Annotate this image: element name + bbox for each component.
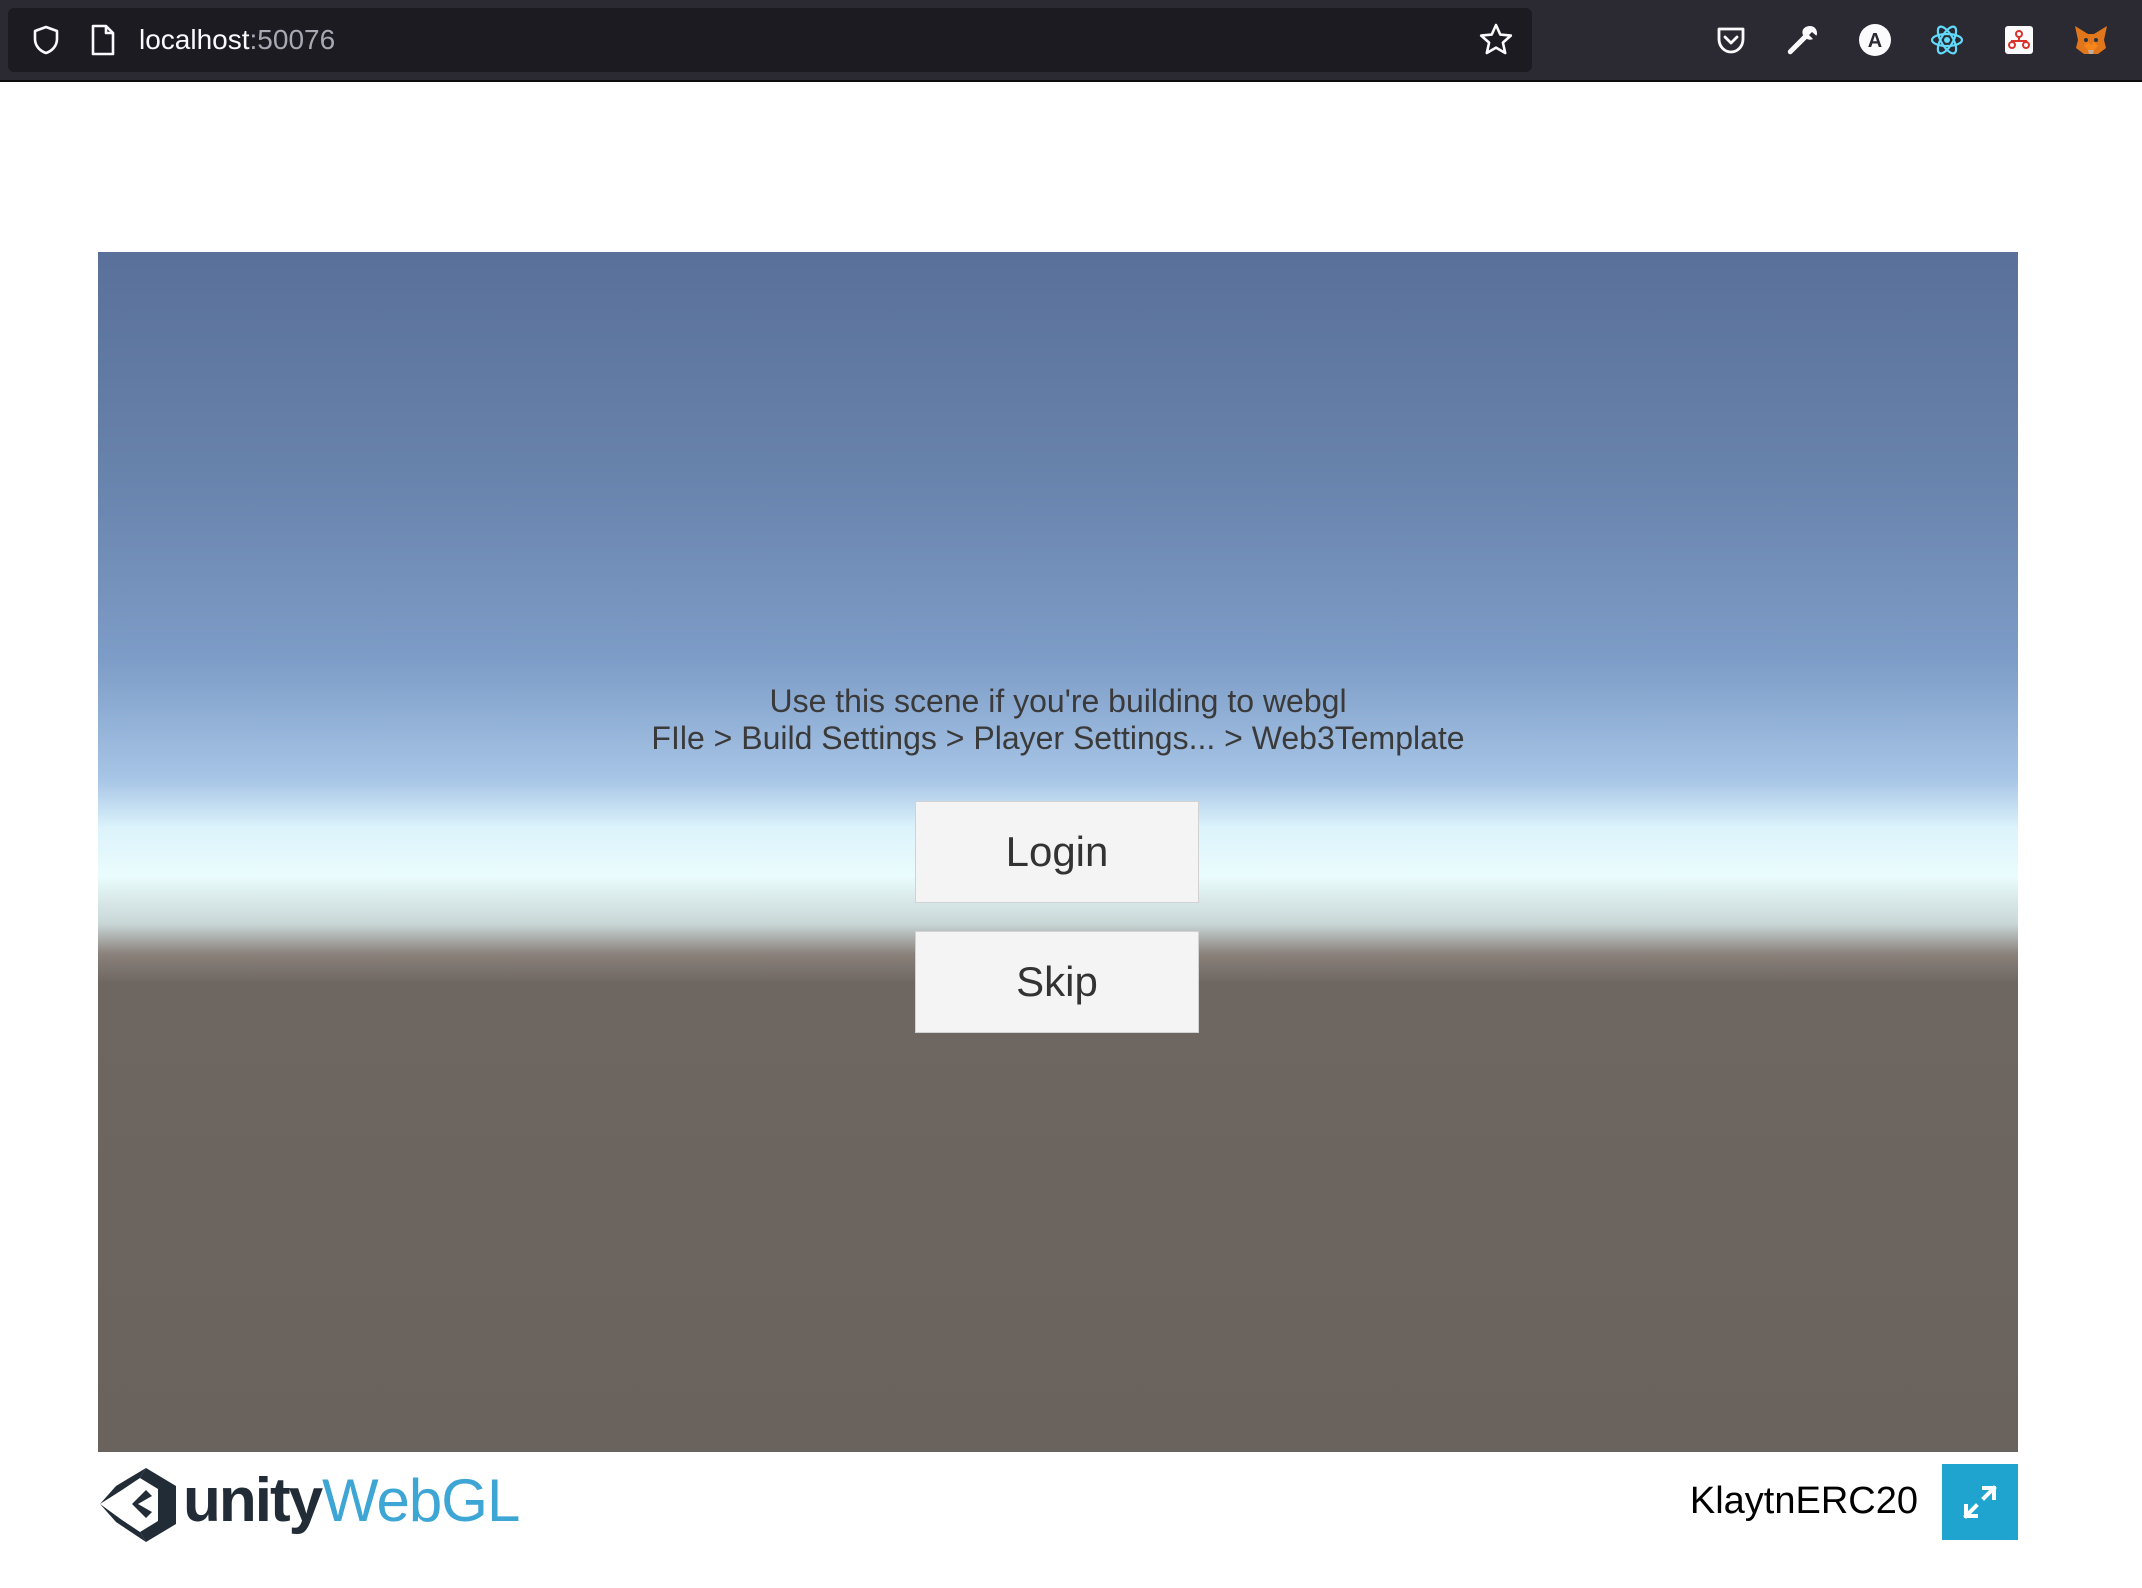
bookmark-star-icon[interactable]: [1478, 22, 1514, 58]
webgl-logo-text: WebGL: [322, 1467, 520, 1534]
login-button[interactable]: Login: [915, 801, 1199, 903]
wrench-icon[interactable]: [1783, 20, 1823, 60]
url-port: :50076: [249, 24, 336, 55]
unity-logo-text: unity: [183, 1466, 323, 1535]
unity-canvas[interactable]: Use this scene if you're building to web…: [98, 252, 2018, 1452]
unity-logo-icon: [100, 1468, 176, 1542]
browser-toolbar: localhost:50076 A: [0, 0, 2142, 82]
redux-icon[interactable]: [1999, 20, 2039, 60]
scene-instructions-line2: FIle > Build Settings > Player Settings.…: [651, 720, 1465, 756]
url-bar[interactable]: localhost:50076: [8, 8, 1532, 72]
react-devtools-icon[interactable]: [1927, 20, 1967, 60]
metamask-fox-icon[interactable]: [2071, 20, 2111, 60]
skip-button[interactable]: Skip: [915, 931, 1199, 1033]
shield-icon[interactable]: [30, 24, 62, 56]
url-text[interactable]: localhost:50076: [139, 23, 335, 57]
expand-icon: [1963, 1485, 1997, 1519]
fullscreen-button[interactable]: [1942, 1464, 2018, 1540]
scene-instructions-line1: Use this scene if you're building to web…: [769, 683, 1347, 719]
pocket-icon[interactable]: [1711, 20, 1751, 60]
svg-text:A: A: [1868, 30, 1882, 52]
a-extension-icon[interactable]: A: [1855, 20, 1895, 60]
build-title: KlaytnERC20: [1689, 1480, 1918, 1522]
page-icon[interactable]: [88, 23, 118, 57]
url-host: localhost: [139, 24, 250, 55]
